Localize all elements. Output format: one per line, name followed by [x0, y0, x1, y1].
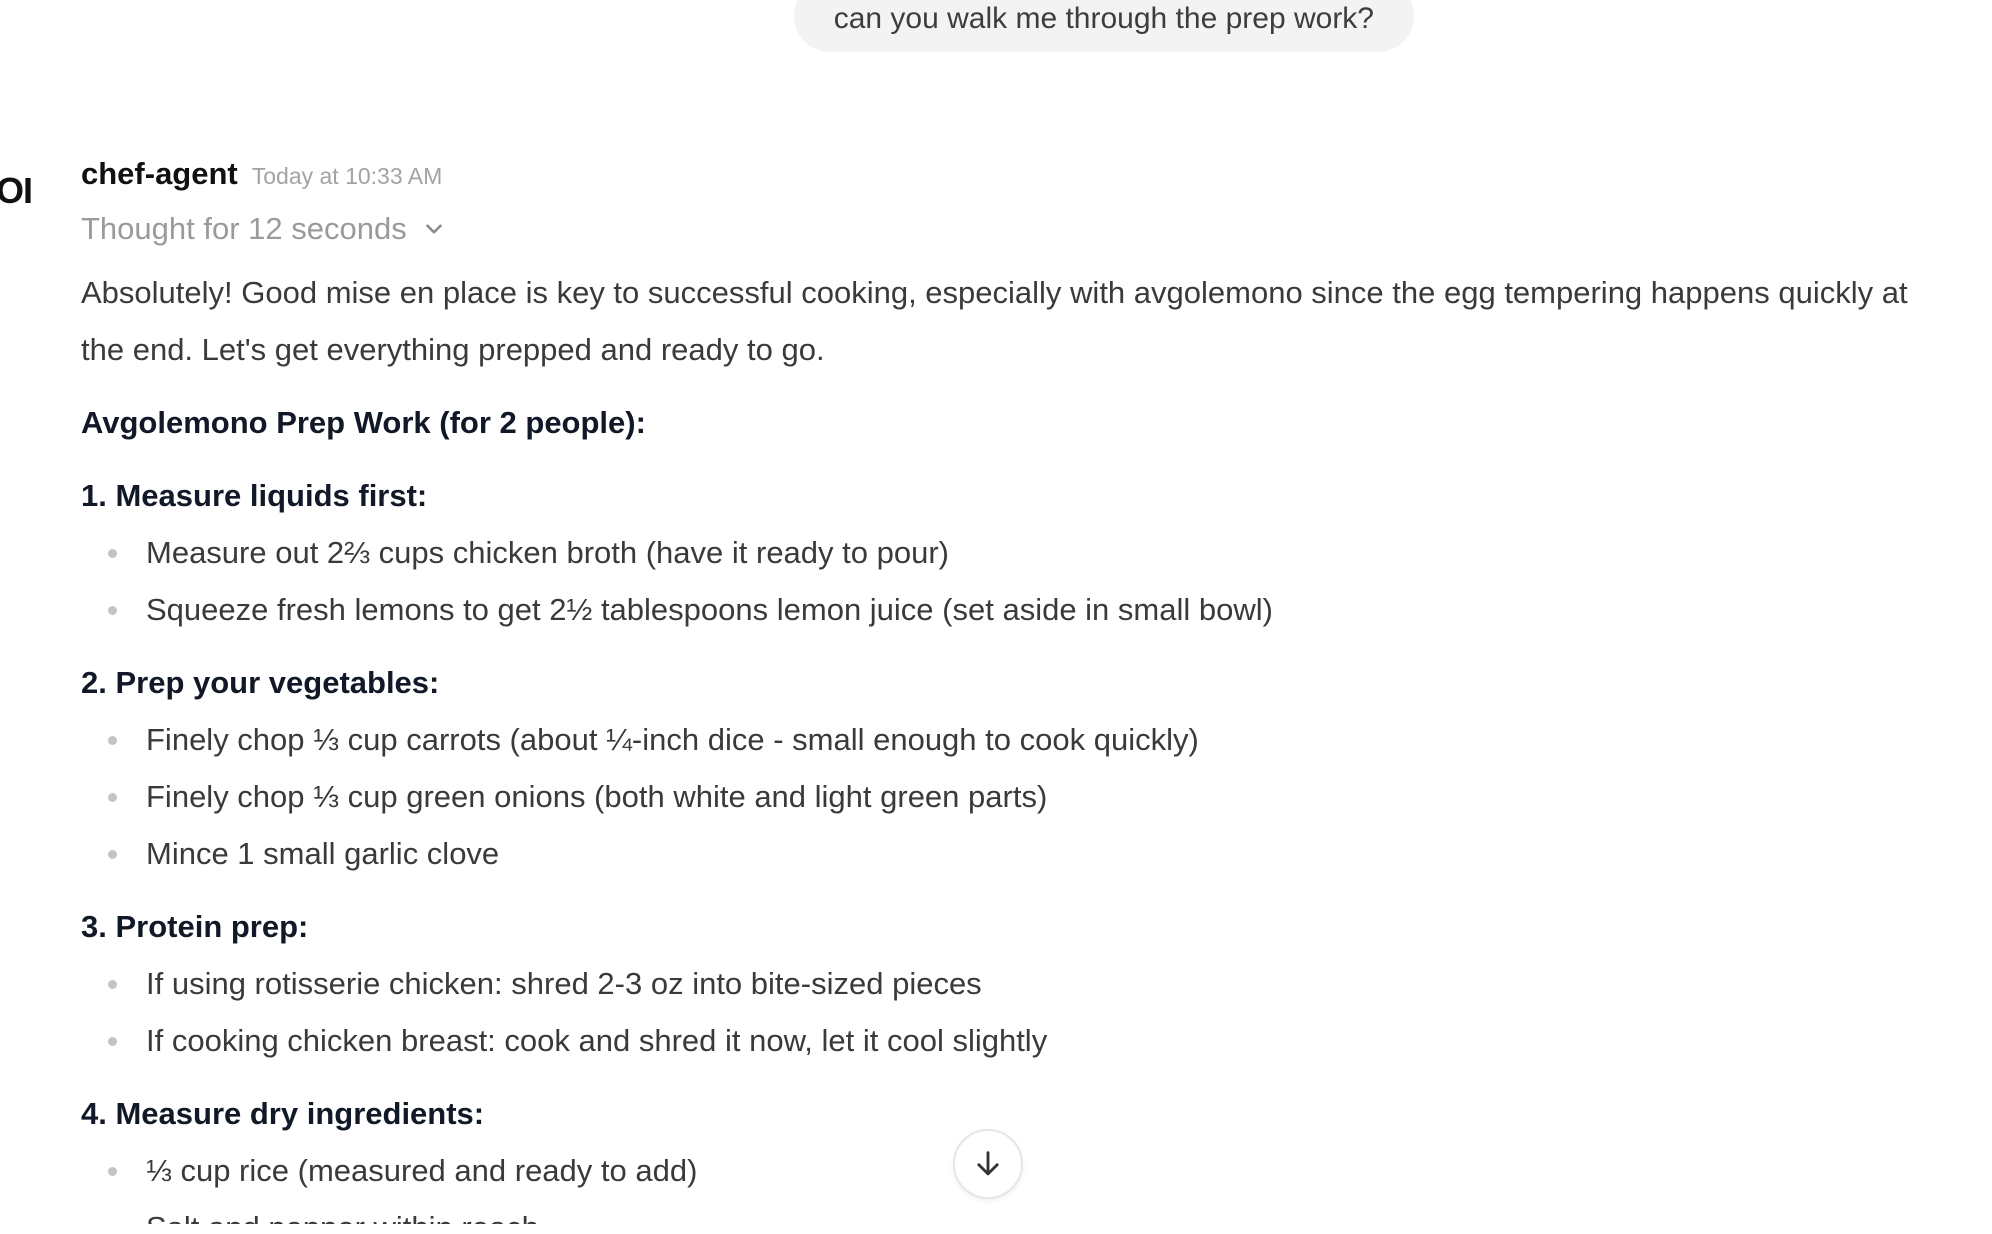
- thought-toggle[interactable]: Thought for 12 seconds: [81, 208, 1951, 250]
- bottom-mask: [0, 1224, 1992, 1234]
- author-name: chef-agent: [81, 156, 238, 191]
- bullet-list: Finely chop ⅓ cup carrots (about ¼-inch …: [81, 711, 1951, 882]
- list-item: Finely chop ⅓ cup carrots (about ¼-inch …: [81, 711, 1951, 768]
- intro-paragraph: Absolutely! Good mise en place is key to…: [81, 275, 1908, 367]
- list-item: Measure out 2⅔ cups chicken broth (have …: [81, 524, 1951, 581]
- list-item: Mince 1 small garlic clove: [81, 825, 1951, 882]
- section-title: 3. Protein prep:: [81, 909, 309, 944]
- list-item: If cooking chicken breast: cook and shre…: [81, 1012, 1951, 1069]
- bullet-list: If using rotisserie chicken: shred 2-3 o…: [81, 955, 1951, 1069]
- list-item: If using rotisserie chicken: shred 2-3 o…: [81, 955, 1951, 1012]
- chevron-down-icon: [425, 224, 442, 234]
- section: 2. Prep your vegetables: Finely chop ⅓ c…: [81, 654, 1951, 882]
- content-heading: Avgolemono Prep Work (for 2 people):: [81, 405, 646, 440]
- message-header: chef-agent Today at 10:33 AM: [81, 156, 1951, 198]
- assistant-message: chef-agent Today at 10:33 AM Thought for…: [81, 156, 1951, 1234]
- section-title: 2. Prep your vegetables:: [81, 665, 440, 700]
- scroll-to-bottom-button[interactable]: [953, 1129, 1023, 1199]
- assistant-avatar: OI: [0, 170, 33, 211]
- list-item: Squeeze fresh lemons to get 2½ tablespoo…: [81, 581, 1951, 638]
- section: 1. Measure liquids first: Measure out 2⅔…: [81, 467, 1951, 638]
- section-title: 4. Measure dry ingredients:: [81, 1096, 485, 1131]
- message-timestamp: Today at 10:33 AM: [251, 163, 443, 189]
- section: 3. Protein prep: If using rotisserie chi…: [81, 898, 1951, 1069]
- bullet-list: Measure out 2⅔ cups chicken broth (have …: [81, 524, 1951, 638]
- section-title: 1. Measure liquids first:: [81, 478, 428, 513]
- user-message-text: can you walk me through the prep work?: [833, 2, 1374, 35]
- arrow-down-icon: [977, 1151, 999, 1176]
- message-content: Absolutely! Good mise en place is key to…: [81, 264, 1951, 1234]
- user-message-bubble: can you walk me through the prep work?: [793, 0, 1414, 52]
- thought-label: Thought for 12 seconds: [81, 211, 407, 246]
- chat-page: can you walk me through the prep work? O…: [0, 0, 1992, 1234]
- list-item: Finely chop ⅓ cup green onions (both whi…: [81, 768, 1951, 825]
